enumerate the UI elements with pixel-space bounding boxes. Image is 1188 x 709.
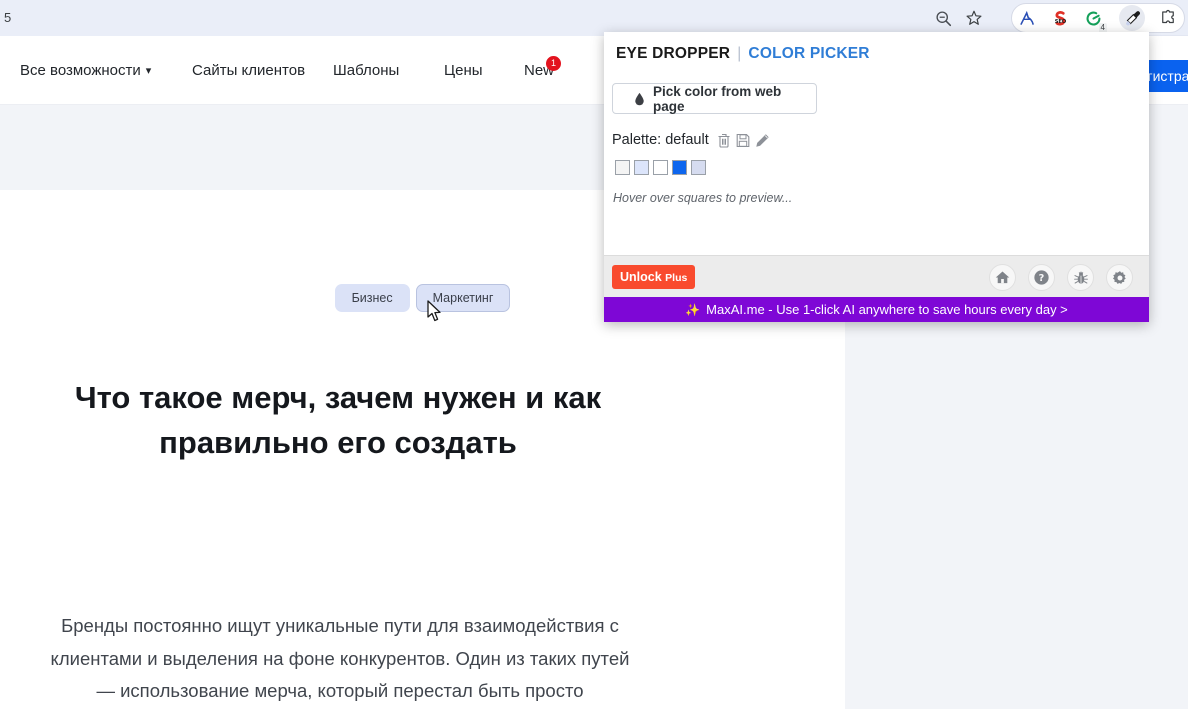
bug-icon[interactable] xyxy=(1067,264,1094,291)
sparkle-icon: ✨ xyxy=(685,302,701,317)
nav-item-label: Все возможности xyxy=(20,62,141,79)
pick-color-from-web-page-button[interactable]: Pick color from web page xyxy=(612,83,817,114)
pick-color-label: Pick color from web page xyxy=(653,83,782,114)
zoom-out-icon[interactable] xyxy=(929,4,957,32)
popup-title-separator: | xyxy=(737,45,742,62)
browser-toolbar: 5 SEO 4 xyxy=(0,0,1188,36)
unlock-label: Unlock xyxy=(620,270,666,284)
home-icon[interactable] xyxy=(989,264,1016,291)
palette-swatch[interactable] xyxy=(691,160,706,175)
droplet-icon xyxy=(634,92,645,106)
tag-chip-marketing[interactable]: Маркетинг xyxy=(415,284,511,312)
maxai-banner-text: MaxAI.me - Use 1-click AI anywhere to sa… xyxy=(706,302,1068,317)
svg-text:SEO: SEO xyxy=(1054,18,1066,24)
eyedropper-extension-icon[interactable] xyxy=(1119,5,1145,31)
chevron-down-icon: ▾ xyxy=(145,65,152,77)
article-paragraph: Бренды постоянно ищут уникальные пути дл… xyxy=(50,615,630,701)
star-icon[interactable] xyxy=(960,4,988,32)
pencil-icon[interactable] xyxy=(755,133,770,148)
tag-chip-business[interactable]: Бизнес xyxy=(334,284,410,312)
svg-text:?: ? xyxy=(1039,273,1045,284)
eyedropper-extension-popup: EYE DROPPER | COLOR PICKER Pick color from… xyxy=(604,32,1149,322)
popup-footer: Unlock Plus ? xyxy=(604,255,1149,297)
unlock-plus-button[interactable]: Unlock Plus xyxy=(612,265,696,289)
nav-item-pricing[interactable]: Цены xyxy=(444,62,483,79)
save-icon[interactable] xyxy=(736,133,750,148)
palette-swatch[interactable] xyxy=(615,160,630,175)
seo-extension-icon[interactable]: SEO xyxy=(1047,5,1073,31)
palette-swatch-row xyxy=(615,160,710,175)
popup-title-eyedropper: EYE DROPPER xyxy=(616,45,731,62)
palette-swatch[interactable] xyxy=(672,160,687,175)
popup-header: EYE DROPPER | COLOR PICKER xyxy=(616,45,870,63)
address-bar-text: 5 xyxy=(4,10,12,25)
nav-new-badge: 1 xyxy=(546,56,561,71)
palette-hover-hint: Hover over squares to preview... xyxy=(613,191,793,205)
help-icon[interactable]: ? xyxy=(1028,264,1055,291)
popup-tab-color-picker[interactable]: COLOR PICKER xyxy=(748,45,869,62)
gear-icon[interactable] xyxy=(1106,264,1133,291)
trash-icon[interactable] xyxy=(717,133,731,148)
palette-swatch[interactable] xyxy=(634,160,649,175)
palette-swatch[interactable] xyxy=(653,160,668,175)
grammar-checker-icon[interactable]: 4 xyxy=(1080,5,1107,33)
extensions-puzzle-icon[interactable] xyxy=(1155,5,1181,31)
unlock-plus-label: Plus xyxy=(665,272,688,284)
maxai-promo-banner[interactable]: ✨ MaxAI.me - Use 1-click AI anywhere to … xyxy=(604,297,1149,322)
address-bar[interactable] xyxy=(0,0,928,36)
nav-item-client-sites[interactable]: Сайты клиентов xyxy=(192,62,305,79)
nav-item-all-features[interactable]: Все возможности ▾ xyxy=(20,62,151,79)
palette-row: Palette: default xyxy=(612,132,775,148)
nav-item-templates[interactable]: Шаблоны xyxy=(333,62,399,79)
palette-label: Palette: default xyxy=(612,132,709,148)
article-title: Что такое мерч, зачем нужен и как правил… xyxy=(74,380,602,460)
ai-assistant-icon[interactable] xyxy=(1014,5,1040,31)
